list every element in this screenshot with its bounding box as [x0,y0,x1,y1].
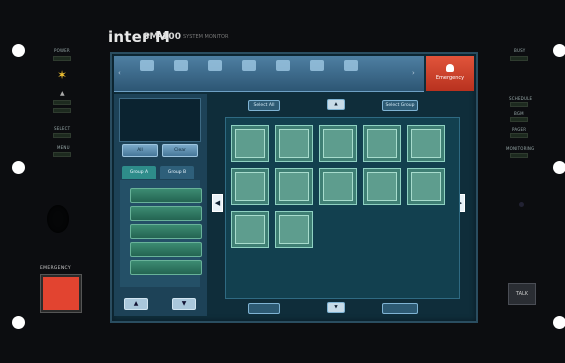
rack-panel: inter M SM-100 SYSTEM MONITOR POWER ✶ ▲ … [0,0,565,363]
toolbar-button[interactable] [302,60,332,86]
power-led [53,56,71,61]
zone-tile[interactable] [407,168,445,205]
power-star-icon: ✶ [57,68,68,82]
zone-tile[interactable] [407,125,445,162]
select-group-button[interactable]: Select Group [382,100,418,111]
zone-tile[interactable] [275,125,313,162]
all-button[interactable]: All [122,144,158,157]
zone-panel: All Clear Group A Group B ▲ ▼ [114,94,207,316]
toolbar-left-arrow-icon[interactable]: ‹ [118,69,121,77]
list-item[interactable] [130,224,202,239]
select-label: SELECT [54,126,71,131]
bgm-led [510,117,528,122]
toolbar-button[interactable] [132,60,162,86]
model-subtitle: SYSTEM MONITOR [183,34,229,40]
grid-down-button[interactable]: ▼ [327,302,345,313]
select-led [53,133,71,138]
indicator-led [53,100,71,105]
clear-button[interactable]: Clear [162,144,198,157]
list-up-button[interactable]: ▲ [124,298,148,310]
group-list [120,180,202,287]
up-arrow-icon: ▲ [60,90,65,97]
busy-led [510,56,528,61]
list-item[interactable] [130,206,202,221]
touch-screen: ‹ › Emergency All Clear Group A Group B … [110,52,478,323]
toolbar-icon [208,60,222,71]
schedule-label: SCHEDULE [509,96,533,101]
grid-bottom-left-button[interactable] [248,303,280,314]
toolbar-icon [242,60,256,71]
zone-tile[interactable] [275,211,313,248]
top-toolbar: ‹ › [114,56,424,92]
indicator-led [53,108,71,113]
toolbar-button[interactable] [166,60,196,86]
list-item[interactable] [130,188,202,203]
toolbar-button[interactable] [200,60,230,86]
rack-screw [553,44,565,57]
talk-button[interactable]: TALK [508,283,536,305]
zone-tile[interactable] [231,168,269,205]
bell-icon [446,64,454,72]
list-item[interactable] [130,242,202,257]
menu-led [53,152,71,157]
rack-screw [553,316,565,329]
preview-window [119,98,201,142]
tab-group-a[interactable]: Group A [122,166,156,179]
busy-label: BUSY [514,48,526,53]
rack-screw [12,316,25,329]
zone-tile[interactable] [319,125,357,162]
pager-label: PAGER [512,127,527,132]
zone-tile[interactable] [363,168,401,205]
monitoring-led [510,153,528,158]
zone-tile[interactable] [231,125,269,162]
grid-bottom-right-button[interactable] [382,303,418,314]
toolbar-icon [344,60,358,71]
toolbar-right-arrow-icon[interactable]: › [412,69,415,77]
toolbar-icon [140,60,154,71]
toolbar-button[interactable] [336,60,366,86]
toolbar-icon [310,60,324,71]
select-all-button[interactable]: Select All [248,100,280,111]
list-item[interactable] [130,260,202,275]
toolbar-icon [174,60,188,71]
monitoring-label: MONITORING [506,146,535,151]
sensor-dot [519,202,524,207]
tab-group-b[interactable]: Group B [160,166,194,179]
toolbar-icon [276,60,290,71]
zone-tile[interactable] [363,125,401,162]
zone-tile[interactable] [319,168,357,205]
toolbar-button[interactable] [268,60,298,86]
rack-screw [553,161,565,174]
rack-screw [12,44,25,57]
grid-prev-arrow[interactable]: ◀ [212,194,223,212]
rack-screw [12,161,25,174]
zone-tile[interactable] [275,168,313,205]
toolbar-button[interactable] [234,60,264,86]
list-down-button[interactable]: ▼ [172,298,196,310]
volume-knob[interactable] [47,205,69,233]
model-label: SM-100 [143,32,181,42]
grid-up-button[interactable]: ▲ [327,99,345,110]
emergency-label: EMERGENCY [40,266,71,271]
emergency-tab[interactable]: Emergency [426,56,474,91]
schedule-led [510,102,528,107]
zone-grid [225,117,460,299]
power-label: POWER [54,48,70,53]
bgm-label: BGM [514,111,524,116]
pager-led [510,133,528,138]
emergency-button[interactable] [41,275,81,312]
menu-label: MENU [57,145,70,150]
zone-tile[interactable] [231,211,269,248]
